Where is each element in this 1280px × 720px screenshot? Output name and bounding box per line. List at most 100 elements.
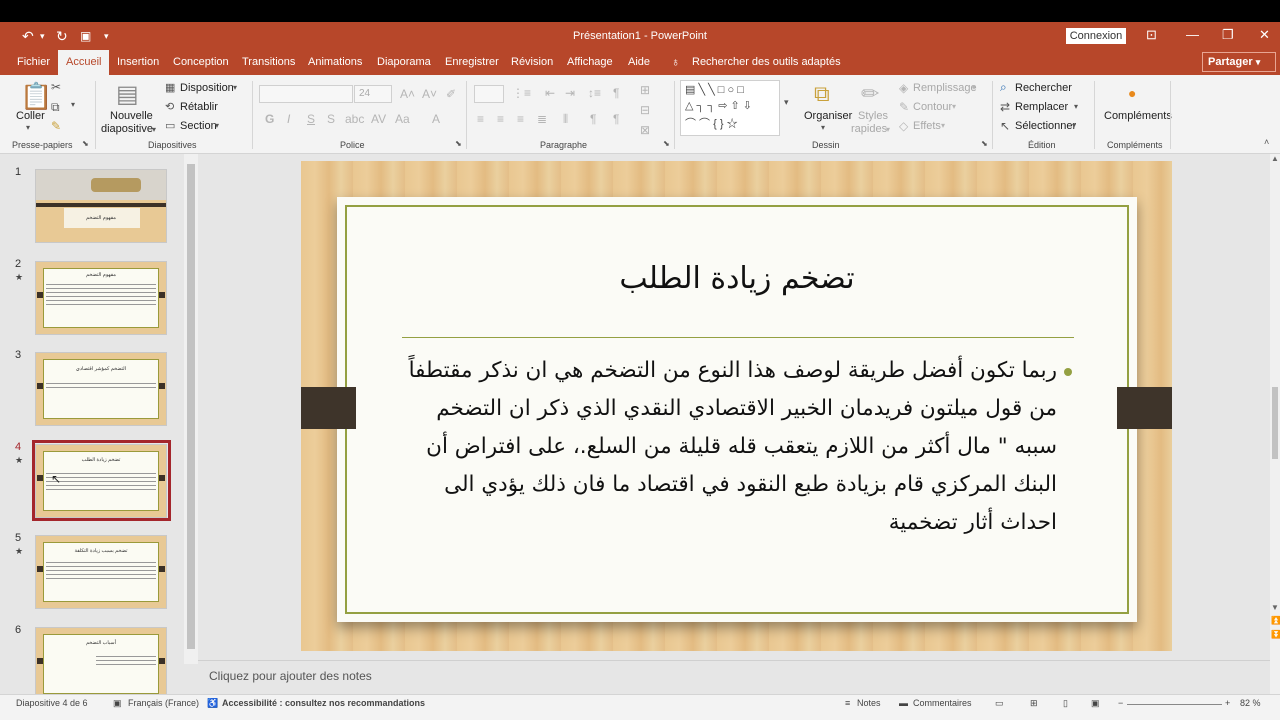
scrollbar-thumb[interactable] xyxy=(1272,387,1278,459)
zoom-slider[interactable] xyxy=(1127,704,1222,705)
police-launcher-icon[interactable]: ⬊ xyxy=(455,139,462,148)
slide-thumbnail-5[interactable]: تضخم بسبب زيادة التكلفة xyxy=(35,535,167,609)
select-dropdown-icon[interactable]: ▾ xyxy=(1072,121,1076,130)
slide-title[interactable]: تضخم زيادة الطلب xyxy=(397,261,1077,296)
shape-misc-icon[interactable]: ⌒ ⌒ { } ☆ xyxy=(685,115,738,131)
reading-view-icon[interactable]: ▯ xyxy=(1063,698,1068,709)
comments-icon[interactable]: ▬ xyxy=(899,698,908,708)
zoom-out-icon[interactable]: − xyxy=(1118,698,1123,708)
font-size-input[interactable]: 24 xyxy=(354,85,392,103)
slide-body-text[interactable]: ربما تكون أفضل طريقة لوصف هذا النوع من ا… xyxy=(397,352,1057,542)
align-left-icon[interactable]: ≡ xyxy=(477,112,484,126)
presse-launcher-icon[interactable]: ⬊ xyxy=(82,139,89,148)
notes-pane[interactable]: Cliquez pour ajouter des notes xyxy=(198,660,1270,694)
underline-icon[interactable]: S xyxy=(307,112,315,126)
paste-dropdown-icon[interactable]: ▾ xyxy=(26,123,30,132)
numbering-icon[interactable]: ⋮≡ xyxy=(512,86,531,100)
scroll-down-icon[interactable]: ▼ xyxy=(1271,603,1279,612)
accessibility-icon[interactable]: ♿ xyxy=(207,698,218,709)
scroll-up-icon[interactable]: ▲ xyxy=(1271,154,1279,163)
tab-transitions[interactable]: Transitions xyxy=(242,56,295,68)
tab-conception[interactable]: Conception xyxy=(173,56,229,68)
section-icon[interactable]: ▭ xyxy=(165,119,175,132)
close-icon[interactable]: ✕ xyxy=(1259,27,1270,43)
effects-icon[interactable]: ◇ xyxy=(899,119,908,133)
font-name-input[interactable] xyxy=(259,85,353,103)
new-slide-dropdown-icon[interactable]: ▾ xyxy=(152,125,156,134)
maximize-icon[interactable]: ❐ xyxy=(1222,27,1234,43)
font-color-icon[interactable]: A xyxy=(432,112,440,126)
find-label[interactable]: Rechercher xyxy=(1015,82,1072,94)
quick-styles-label-1[interactable]: Styles xyxy=(858,110,888,122)
columns-icon[interactable]: ⫴ xyxy=(563,112,568,127)
section-dropdown-icon[interactable]: ▾ xyxy=(215,121,219,130)
find-icon[interactable]: ⌕ xyxy=(1000,80,1007,95)
layout-label[interactable]: Disposition xyxy=(180,82,234,94)
search-tools[interactable]: Rechercher des outils adaptés xyxy=(692,56,841,68)
new-slide-label-1[interactable]: Nouvelle xyxy=(110,110,153,122)
sorter-view-icon[interactable]: ⊞ xyxy=(1030,698,1038,709)
new-slide-label-2[interactable]: diapositive xyxy=(101,123,153,135)
shapes-gallery[interactable]: ▤ ╲ ╲ □ ○ □ △ ┐ ┐ ⇨ ⇧ ⇩ ⌒ ⌒ { } ☆ xyxy=(680,80,780,136)
bullets-button[interactable] xyxy=(474,85,504,103)
tab-animations[interactable]: Animations xyxy=(308,56,362,68)
prev-slide-icon[interactable]: ⏫ xyxy=(1271,616,1280,625)
scrollbar-thumb[interactable] xyxy=(187,164,195,649)
notes-toggle[interactable]: Notes xyxy=(857,698,881,708)
slideshow-view-icon[interactable]: ▣ xyxy=(1091,698,1100,709)
effects-dropdown-icon[interactable]: ▾ xyxy=(941,121,945,130)
ribbon-display-icon[interactable]: ⊡ xyxy=(1146,27,1157,43)
layout-icon[interactable]: ▦ xyxy=(165,81,175,94)
italic-icon[interactable]: I xyxy=(287,112,290,126)
outline-dropdown-icon[interactable]: ▾ xyxy=(952,102,956,111)
fill-label[interactable]: Remplissage xyxy=(913,82,977,94)
replace-label[interactable]: Remplacer xyxy=(1015,101,1068,113)
dessin-launcher-icon[interactable]: ⬊ xyxy=(981,139,988,148)
reset-label[interactable]: Rétablir xyxy=(180,101,218,113)
replace-dropdown-icon[interactable]: ▾ xyxy=(1074,102,1078,111)
spellcheck-icon[interactable]: ▣ xyxy=(113,698,122,709)
select-label[interactable]: Sélectionner xyxy=(1015,120,1076,132)
reset-icon[interactable]: ⟲ xyxy=(165,100,174,113)
ltr-icon[interactable]: ¶ xyxy=(590,112,596,126)
slide-thumbnail-2[interactable]: مفهوم التضخم xyxy=(35,261,167,335)
slide-thumbnail-6[interactable]: أسباب التضخم xyxy=(35,627,167,701)
section-label[interactable]: Section xyxy=(180,120,217,132)
language[interactable]: Français (France) xyxy=(128,698,199,708)
change-case-icon[interactable]: Aa xyxy=(395,112,410,126)
accessibility-status[interactable]: Accessibilité : consultez nos recommanda… xyxy=(222,698,425,708)
char-spacing-icon[interactable]: AV xyxy=(371,112,386,126)
zoom-level[interactable]: 82 % xyxy=(1240,698,1261,708)
paragraphe-launcher-icon[interactable]: ⬊ xyxy=(663,139,670,148)
copy-dropdown-icon[interactable]: ▾ xyxy=(71,100,75,109)
strikethrough-icon[interactable]: abc xyxy=(345,112,364,126)
normal-view-icon[interactable]: ▭ xyxy=(995,698,1004,709)
shapes-more-icon[interactable]: ▾ xyxy=(784,97,789,108)
quick-styles-dropdown-icon[interactable]: ▾ xyxy=(886,125,890,134)
increase-font-icon[interactable]: A˄ xyxy=(400,87,415,101)
increase-indent-icon[interactable]: ⇥ xyxy=(565,86,575,100)
decrease-font-icon[interactable]: A˅ xyxy=(422,87,437,101)
slide-thumbnail-1[interactable]: مفهوم التضخم xyxy=(35,169,167,243)
minimize-icon[interactable]: — xyxy=(1186,27,1199,42)
clear-format-icon[interactable]: ✐ xyxy=(446,87,456,101)
tab-affichage[interactable]: Affichage xyxy=(567,56,613,68)
shadow-icon[interactable]: S xyxy=(327,112,335,126)
slide-thumbnail-3[interactable]: التضخم كمؤشر اقتصادي xyxy=(35,352,167,426)
tab-accueil[interactable]: Accueil xyxy=(58,50,110,75)
shape-textbox-icon[interactable]: ▤ ╲ ╲ □ ○ □ xyxy=(685,83,744,96)
zoom-in-icon[interactable]: + xyxy=(1225,698,1230,708)
slide-scrollbar[interactable]: ▲ ▼ ⏫ ⏬ xyxy=(1270,154,1280,694)
fill-dropdown-icon[interactable]: ▾ xyxy=(972,83,976,92)
cut-icon[interactable]: ✂ xyxy=(51,80,61,94)
align-right-icon[interactable]: ≡ xyxy=(517,112,524,126)
tab-diaporama[interactable]: Diaporama xyxy=(377,56,431,68)
tab-revision[interactable]: Révision xyxy=(511,56,553,68)
notes-icon[interactable]: ≡ xyxy=(845,698,850,708)
rtl-para-icon[interactable]: ¶ xyxy=(613,112,619,126)
addins-icon[interactable]: ● xyxy=(1128,85,1136,101)
replace-icon[interactable]: ⇄ xyxy=(1000,100,1010,114)
copy-icon[interactable]: ⧉ xyxy=(51,100,60,115)
arrange-label[interactable]: Organiser xyxy=(804,110,852,122)
paste-label[interactable]: Coller xyxy=(16,110,45,122)
